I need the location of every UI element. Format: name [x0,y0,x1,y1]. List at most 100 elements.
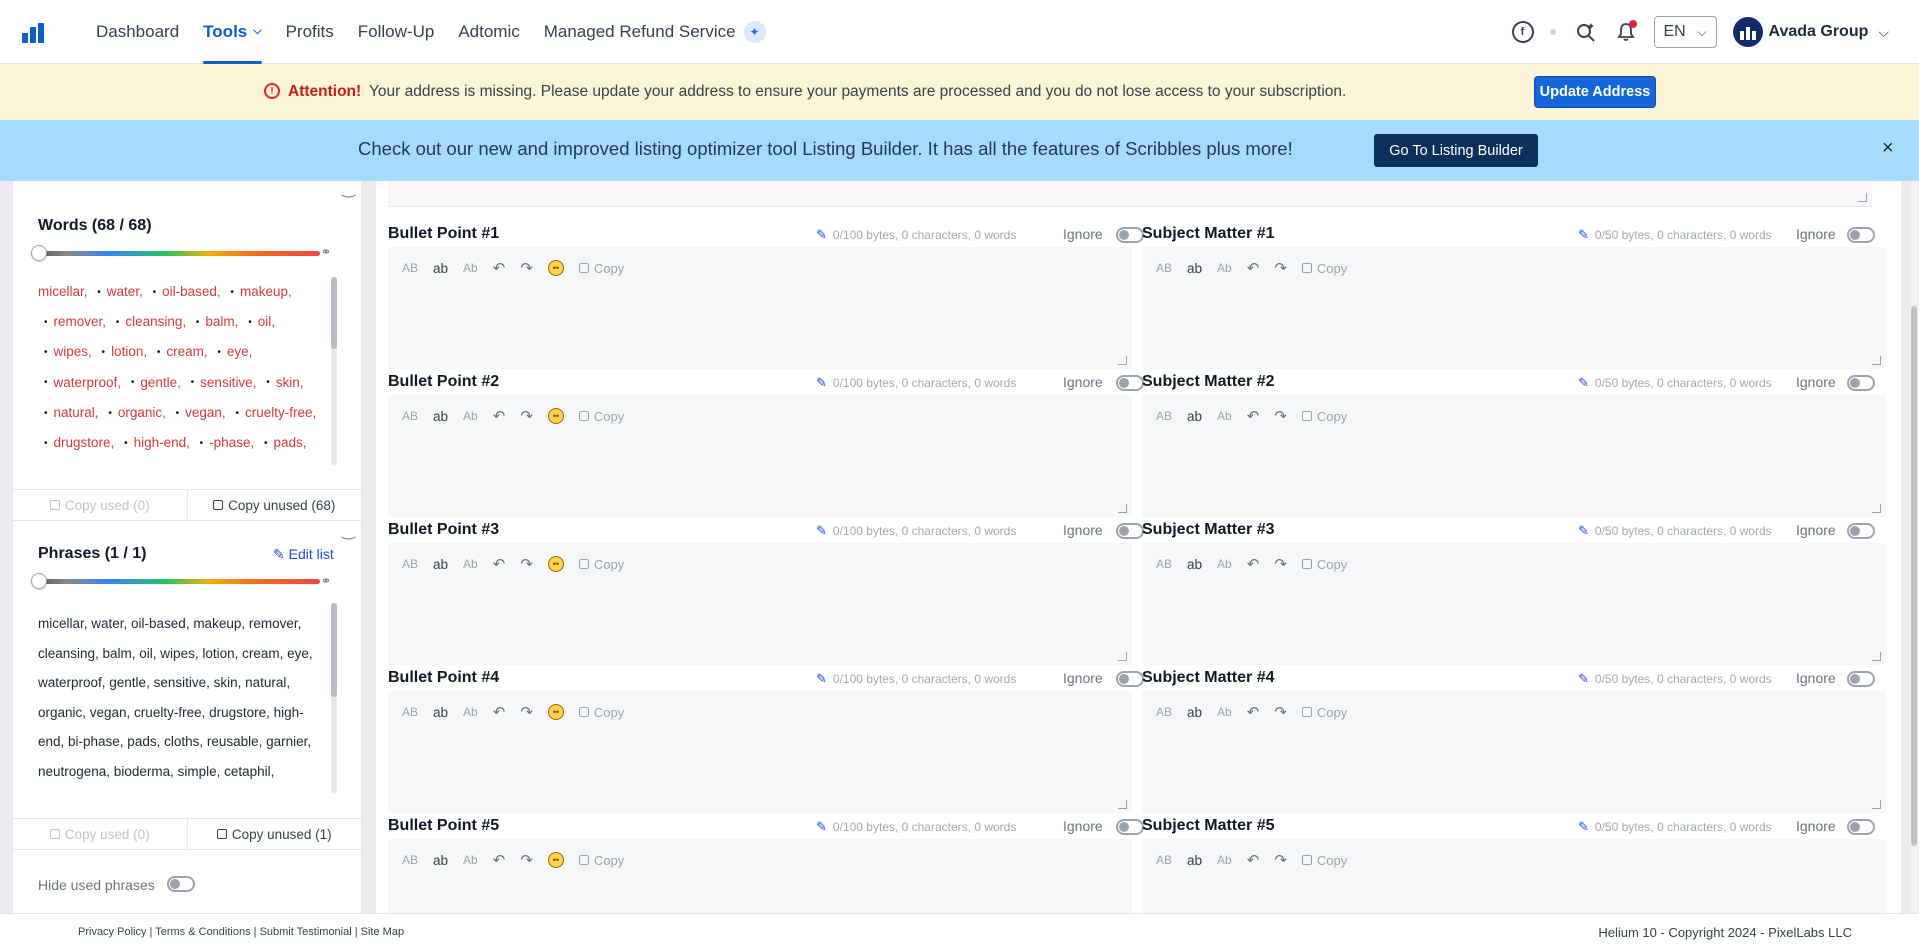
subject-matter-textarea[interactable]: AB ab Ab ↶ ↷ Copy [1142,395,1886,517]
resize-handle[interactable] [1118,800,1127,809]
lowercase-button[interactable]: ab [1187,409,1202,424]
emoji-icon[interactable]: •• [547,556,564,572]
undo-icon[interactable]: ↶ [493,851,506,869]
uppercase-button[interactable]: AB [402,557,418,571]
pencil-icon[interactable]: ✎ [1578,819,1589,834]
pencil-icon[interactable]: ✎ [1578,227,1589,242]
pencil-icon[interactable]: ✎ [1578,523,1589,538]
keyword-chip[interactable]: -phase, [209,435,254,450]
copy-button[interactable]: Copy [1301,705,1347,720]
ignore-toggle[interactable] [1847,671,1875,687]
lowercase-button[interactable]: ab [433,409,448,424]
copy-button[interactable]: Copy [1301,409,1347,424]
pencil-icon[interactable]: ✎ [816,819,827,834]
nav-profits[interactable]: Profits [274,0,346,64]
redo-icon[interactable]: ↷ [520,407,533,425]
keyword-chip[interactable]: high-end, [134,435,190,450]
copy-button[interactable]: Copy [578,261,624,276]
emoji-icon[interactable]: •• [547,260,564,276]
ignore-toggle[interactable] [1116,523,1144,539]
update-address-button[interactable]: Update Address [1534,76,1656,108]
go-to-listing-builder-button[interactable]: Go To Listing Builder [1374,134,1538,167]
helium10-logo[interactable] [18,15,52,49]
capitalize-button[interactable]: Ab [1217,853,1232,867]
lowercase-button[interactable]: ab [1187,705,1202,720]
copy-button[interactable]: Copy [578,705,624,720]
ignore-toggle[interactable] [1116,819,1144,835]
uppercase-button[interactable]: AB [402,705,418,719]
pencil-icon[interactable]: ✎ [1578,375,1589,390]
keyword-chip[interactable]: cream, [166,344,207,359]
redo-icon[interactable]: ↷ [1274,259,1287,277]
lowercase-button[interactable]: ab [1187,853,1202,868]
bullet-point-textarea[interactable]: AB ab Ab ↶ ↷ •• Copy [388,247,1132,369]
keyword-chip[interactable]: waterproof, [54,375,122,390]
undo-icon[interactable]: ↶ [493,703,506,721]
capitalize-button[interactable]: Ab [463,853,478,867]
keyword-chip[interactable]: organic, [118,405,166,420]
redo-icon[interactable]: ↷ [520,555,533,573]
pencil-icon[interactable]: ✎ [1578,671,1589,686]
keyword-chip[interactable]: oil-based, [162,284,221,299]
capitalize-button[interactable]: Ab [1217,261,1232,275]
copy-button[interactable]: Copy [578,557,624,572]
copy-button[interactable]: Copy [578,853,624,868]
language-select[interactable]: EN ⌵ [1653,16,1717,48]
keyword-chip[interactable]: skin, [276,375,304,390]
ignore-toggle[interactable] [1116,671,1144,687]
resize-handle[interactable] [1872,356,1881,365]
lowercase-button[interactable]: ab [1187,261,1202,276]
avatar[interactable] [1732,17,1763,47]
description-field-bottom[interactable] [388,181,1872,207]
resize-handle[interactable] [1118,504,1127,513]
keyword-chip[interactable]: micellar, [38,284,88,299]
ignore-toggle[interactable] [1847,227,1875,243]
words-filter-slider[interactable] [38,251,320,256]
bullet-point-textarea[interactable]: AB ab Ab ↶ ↷ •• Copy [388,543,1132,665]
keyword-chip[interactable]: pads, [273,435,306,450]
lowercase-button[interactable]: ab [433,853,448,868]
keyword-chip[interactable]: eye, [227,344,253,359]
link-icon[interactable]: ⚭ [321,245,331,259]
phrases-filter-slider[interactable] [38,579,320,584]
capitalize-button[interactable]: Ab [463,557,478,571]
edit-list-link[interactable]: ✎ Edit list [273,546,334,563]
copy-button[interactable]: Copy [1301,557,1347,572]
link-icon[interactable]: ⚭ [321,574,331,588]
phrases-slider-handle[interactable] [31,573,47,589]
nav-dashboard[interactable]: Dashboard [84,0,191,64]
redo-icon[interactable]: ↷ [1274,555,1287,573]
resize-handle[interactable] [1872,504,1881,513]
pencil-icon[interactable]: ✎ [816,227,827,242]
page-scrollbar[interactable] [1910,181,1918,913]
nav-follow-up[interactable]: Follow-Up [346,0,447,64]
resize-handle[interactable] [1872,800,1881,809]
collapse-icon[interactable]: ‿ [342,179,355,199]
copy-button[interactable]: Copy [578,409,624,424]
capitalize-button[interactable]: Ab [463,261,478,275]
undo-icon[interactable]: ↶ [1247,703,1260,721]
ignore-toggle[interactable] [1116,375,1144,391]
subject-matter-textarea[interactable]: AB ab Ab ↶ ↷ Copy [1142,691,1886,813]
keyword-chip[interactable]: gentle, [140,375,181,390]
subject-matter-textarea[interactable]: AB ab Ab ↶ ↷ Copy [1142,543,1886,665]
capitalize-button[interactable]: Ab [1217,557,1232,571]
uppercase-button[interactable]: AB [402,853,418,867]
copy-used-words-button[interactable]: Copy used (0) [13,490,187,520]
keyword-chip[interactable]: lotion, [111,344,147,359]
copy-unused-words-button[interactable]: Copy unused (68) [186,490,362,520]
keyword-chip[interactable]: sensitive, [200,375,256,390]
ignore-toggle[interactable] [1116,227,1144,243]
redo-icon[interactable]: ↷ [520,851,533,869]
capitalize-button[interactable]: Ab [463,705,478,719]
uppercase-button[interactable]: AB [1156,557,1172,571]
keyword-chip[interactable]: cleansing, [125,314,186,329]
uppercase-button[interactable]: AB [1156,853,1172,867]
phrases-scrollbar[interactable] [331,603,337,793]
keyword-chip[interactable]: wipes, [54,344,92,359]
undo-icon[interactable]: ↶ [1247,555,1260,573]
resize-handle[interactable] [1872,652,1881,661]
uppercase-button[interactable]: AB [402,261,418,275]
pencil-icon[interactable]: ✎ [816,671,827,686]
redo-icon[interactable]: ↷ [520,703,533,721]
